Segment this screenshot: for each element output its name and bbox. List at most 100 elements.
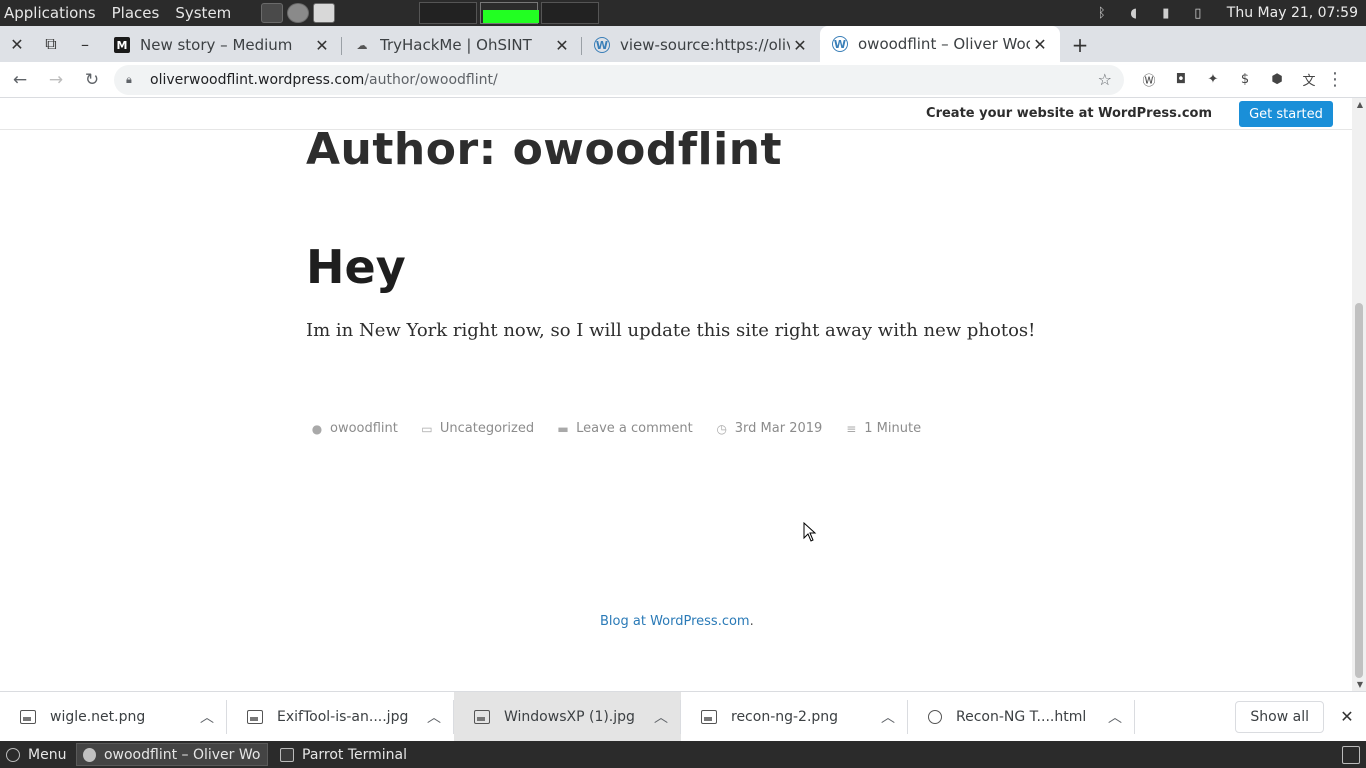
- window-close-icon[interactable]: ✕: [0, 26, 34, 62]
- chevron-up-icon[interactable]: ︿: [868, 707, 908, 727]
- workspace-3[interactable]: [541, 2, 600, 24]
- meta-author-label: owoodflint: [330, 421, 398, 436]
- volume-icon[interactable]: ◖: [1125, 4, 1143, 22]
- back-arrow-icon[interactable]: ←: [4, 64, 36, 96]
- bluetooth-icon[interactable]: ᛒ: [1093, 4, 1111, 22]
- battery-icon[interactable]: ▯: [1189, 4, 1207, 22]
- post-title[interactable]: Hey: [306, 240, 406, 294]
- html-file-icon: [928, 709, 942, 724]
- download-filename: wigle.net.png: [50, 708, 146, 725]
- network-signal-icon[interactable]: ▮: [1157, 4, 1175, 22]
- adblock-extension-icon[interactable]: ⬢: [1266, 69, 1288, 91]
- close-download-shelf-icon[interactable]: ✕: [1332, 707, 1362, 726]
- workspace-1[interactable]: [419, 2, 478, 24]
- mask-extension-icon[interactable]: ◘: [1170, 69, 1192, 91]
- chevron-up-icon[interactable]: ︿: [1095, 707, 1135, 727]
- comment-bubble-icon: ▬: [557, 421, 569, 436]
- task-terminal-window[interactable]: Parrot Terminal: [274, 743, 413, 766]
- blog-at-wordpress-link[interactable]: Blog at WordPress.com: [600, 614, 750, 629]
- page-content: Create your website at WordPress.com Get…: [0, 98, 1366, 691]
- create-website-link[interactable]: Create your website at WordPress.com: [926, 106, 1212, 121]
- download-item[interactable]: wigle.net.png ︿: [0, 692, 227, 742]
- terminal-icon: [280, 747, 294, 762]
- tab-close-icon[interactable]: ✕: [552, 36, 572, 55]
- new-tab-plus-icon[interactable]: +: [1060, 28, 1100, 62]
- butterfly-extension-icon[interactable]: ✦: [1202, 69, 1224, 91]
- post-meta: ● owoodflint ▭ Uncategorized ▬ Leave a c…: [310, 421, 943, 436]
- menu-system[interactable]: System: [167, 0, 239, 26]
- meta-category-label: Uncategorized: [439, 421, 535, 436]
- taskbar-menu-label: Menu: [28, 746, 67, 763]
- meta-category[interactable]: ▭ Uncategorized: [420, 421, 534, 436]
- download-item[interactable]: Recon-NG T....html ︿: [908, 692, 1135, 742]
- tab-owoodflint[interactable]: W owoodflint – Oliver Wood ✕: [820, 26, 1060, 62]
- scroll-up-arrow-icon[interactable]: ▲: [1357, 100, 1363, 109]
- author-archive-heading: Author: owoodflint: [306, 124, 783, 175]
- page-scrollbar[interactable]: ▲ ▼: [1352, 98, 1366, 691]
- dollar-extension-icon[interactable]: $: [1234, 69, 1256, 91]
- workspace-2[interactable]: [480, 2, 540, 24]
- tab-close-icon[interactable]: ✕: [790, 36, 810, 55]
- forward-arrow-icon[interactable]: →: [40, 64, 72, 96]
- window-minimize-icon[interactable]: –: [68, 26, 102, 62]
- get-started-button[interactable]: Get started: [1239, 101, 1333, 127]
- footer-period: .: [749, 614, 754, 629]
- download-filename: ExifTool-is-an....jpg: [277, 708, 409, 725]
- folder-icon: ▭: [421, 421, 433, 436]
- task-label: Parrot Terminal: [302, 746, 408, 763]
- chrome-icon: [83, 747, 96, 762]
- meta-read-time-label: 1 Minute: [864, 421, 922, 436]
- footer-credit: Blog at WordPress.com.: [600, 614, 754, 629]
- tab-close-icon[interactable]: ✕: [312, 36, 332, 55]
- scrollbar-thumb[interactable]: [1355, 303, 1363, 678]
- post-body: Im in New York right now, so I will upda…: [306, 320, 1036, 341]
- window-restore-icon[interactable]: ⧉: [34, 26, 68, 62]
- tab-medium[interactable]: M New story – Medium ✕: [102, 28, 342, 62]
- taskbar: Menu owoodflint – Oliver Wo... Parrot Te…: [0, 741, 1366, 768]
- browser-launcher-icon[interactable]: [287, 3, 310, 23]
- translate-extension-icon[interactable]: 文: [1298, 69, 1320, 91]
- system-panel: Applications Places System ᛒ ◖ ▮ ▯ Thu M…: [0, 0, 1366, 26]
- cloud-icon: ☁: [356, 38, 368, 52]
- bookmark-star-icon[interactable]: ☆: [1098, 70, 1112, 89]
- person-icon: ●: [311, 421, 323, 436]
- menu-places[interactable]: Places: [104, 0, 168, 26]
- meta-date[interactable]: ◷ 3rd Mar 2019: [715, 421, 823, 436]
- menu-logo-icon: [6, 747, 20, 762]
- menu-applications[interactable]: Applications: [0, 0, 104, 26]
- menu-applications-label: Applications: [4, 4, 96, 22]
- chevron-up-icon[interactable]: ︿: [641, 707, 681, 727]
- tab-view-source[interactable]: W view-source:https://oliver ✕: [582, 28, 820, 62]
- chevron-up-icon[interactable]: ︿: [187, 707, 227, 727]
- chevron-up-icon[interactable]: ︿: [414, 707, 454, 727]
- download-item[interactable]: ExifTool-is-an....jpg ︿: [227, 692, 454, 742]
- mouse-pointer-icon: [803, 522, 817, 542]
- reload-icon[interactable]: ↻: [76, 64, 108, 96]
- tab-tryhackme[interactable]: ☁ TryHackMe | OhSINT ✕: [342, 28, 582, 62]
- meta-comment[interactable]: ▬ Leave a comment: [556, 421, 693, 436]
- tab-close-icon[interactable]: ✕: [1030, 35, 1050, 54]
- clock[interactable]: Thu May 21, 07:59: [1227, 5, 1358, 21]
- browser-menu-kebab-icon[interactable]: ⋮: [1326, 69, 1344, 90]
- lock-icon[interactable]: 🔒︎: [126, 73, 140, 87]
- text-editor-launcher-icon[interactable]: [313, 3, 336, 23]
- workspace-switcher: [419, 2, 600, 24]
- clock-icon: ◷: [716, 421, 727, 436]
- tab-title: TryHackMe | OhSINT: [380, 36, 532, 54]
- extension-icons: Ⓦ ◘ ✦ $ ⬢ 文: [1138, 69, 1320, 91]
- task-browser-window[interactable]: owoodflint – Oliver Wo...: [76, 743, 268, 766]
- meta-author[interactable]: ● owoodflint: [310, 421, 398, 436]
- scroll-down-arrow-icon[interactable]: ▼: [1357, 680, 1363, 689]
- meta-comment-label: Leave a comment: [576, 421, 693, 436]
- tab-title: owoodflint – Oliver Wood: [858, 35, 1030, 53]
- address-bar[interactable]: 🔒︎ oliverwoodflint.wordpress.com /author…: [114, 64, 1124, 95]
- wordpress-extension-icon[interactable]: Ⓦ: [1138, 69, 1160, 91]
- show-all-downloads-button[interactable]: Show all: [1235, 700, 1324, 733]
- taskbar-menu-button[interactable]: Menu: [0, 741, 76, 768]
- download-item[interactable]: WindowsXP (1).jpg ︿: [454, 691, 681, 742]
- wordpress-icon: W: [594, 37, 610, 53]
- download-item[interactable]: recon-ng-2.png ︿: [681, 692, 908, 742]
- tab-title: view-source:https://oliver: [620, 36, 790, 54]
- show-desktop-icon[interactable]: [1342, 745, 1360, 764]
- terminal-launcher-icon[interactable]: [261, 3, 284, 23]
